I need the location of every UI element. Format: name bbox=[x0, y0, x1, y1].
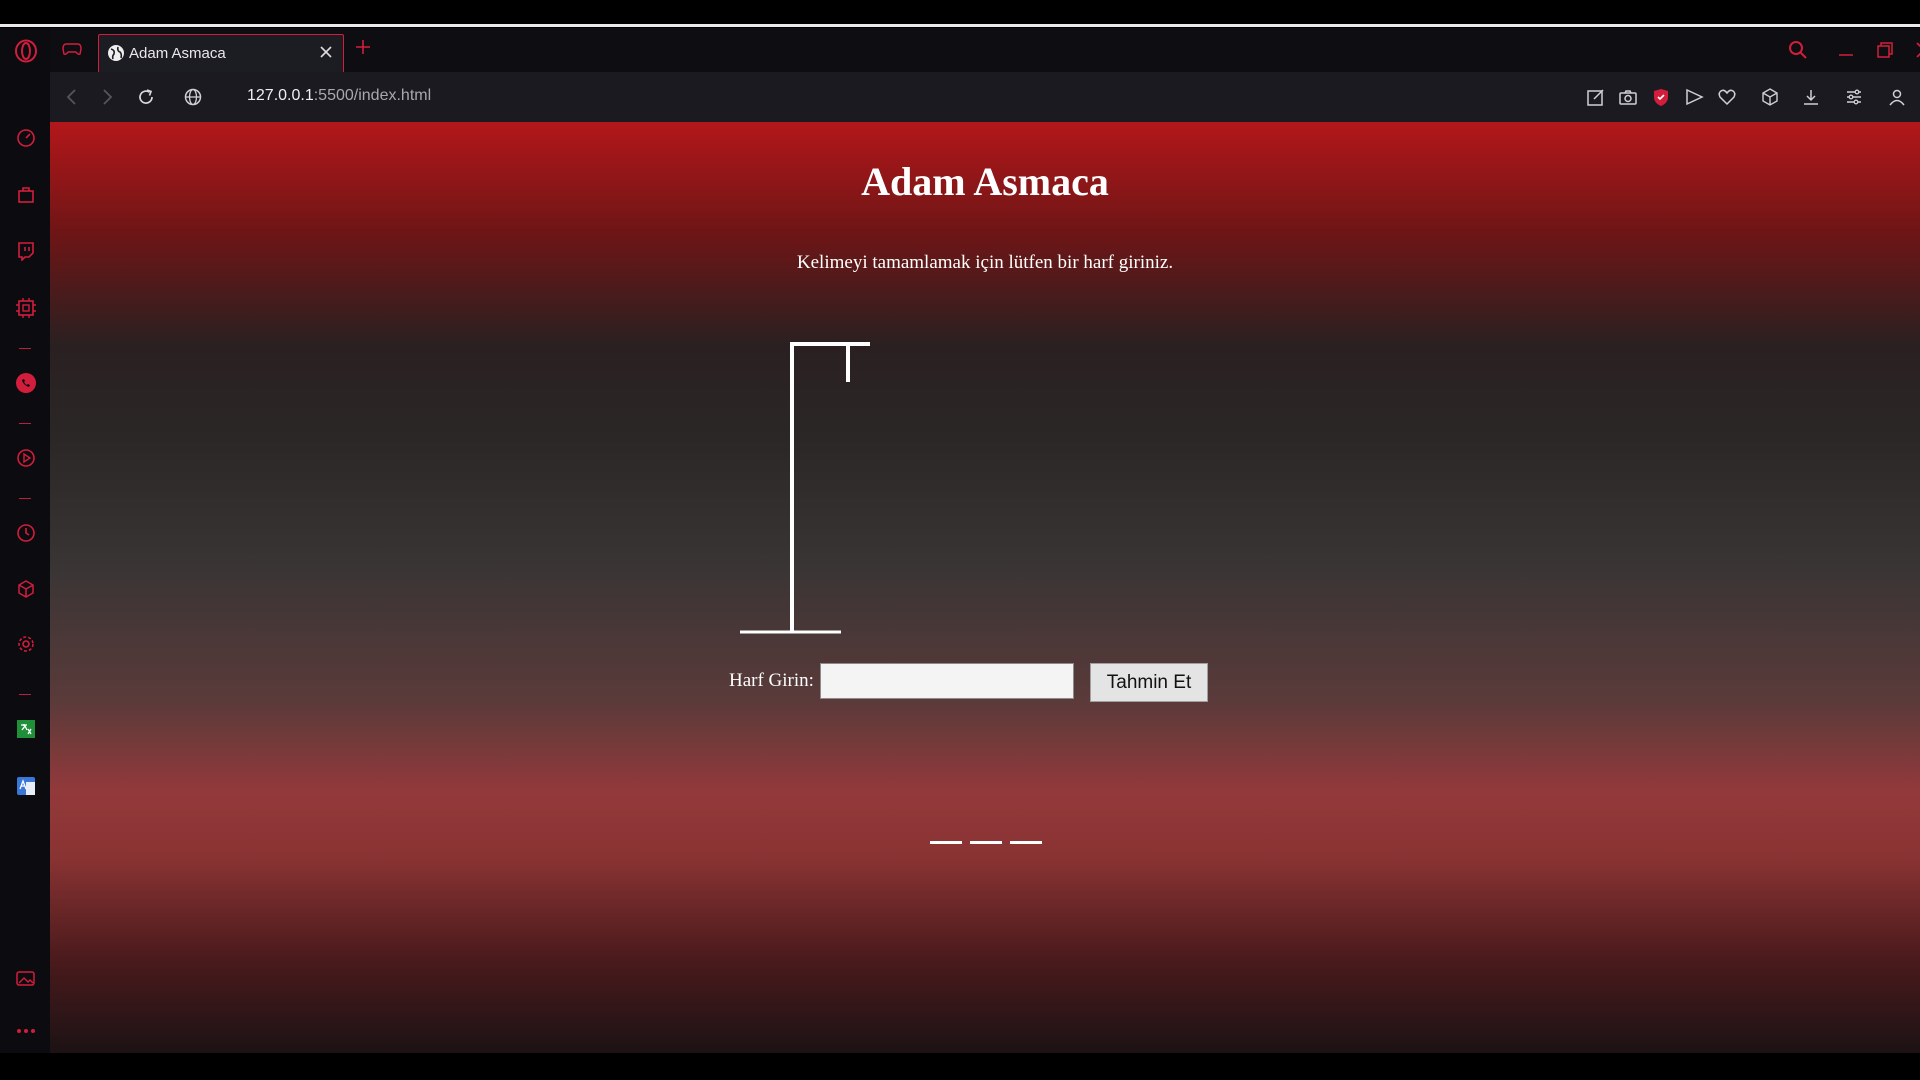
camera-icon[interactable] bbox=[1618, 87, 1638, 112]
minimize-icon[interactable] bbox=[1836, 40, 1856, 65]
letter-blank bbox=[970, 841, 1002, 844]
easy-setup-icon[interactable] bbox=[1844, 87, 1864, 112]
back-icon[interactable] bbox=[63, 87, 81, 112]
settings-icon[interactable] bbox=[13, 631, 38, 656]
window-top-line bbox=[0, 24, 1920, 27]
url-field[interactable]: 127.0.0.1:5500/index.html bbox=[247, 87, 431, 105]
tab-bar: Adam Asmaca bbox=[50, 28, 1920, 72]
reload-icon[interactable] bbox=[136, 87, 156, 112]
sidebar-separator bbox=[19, 423, 31, 424]
window-top-strip bbox=[0, 0, 1920, 27]
window-bottom-strip bbox=[0, 1053, 1920, 1080]
letter-blank bbox=[930, 841, 962, 844]
cpu-icon[interactable] bbox=[13, 295, 38, 320]
letter-input-label: Harf Girin: bbox=[729, 670, 814, 691]
send-icon[interactable] bbox=[1684, 87, 1704, 112]
word-blanks bbox=[930, 841, 1042, 844]
snapshot-edit-icon[interactable] bbox=[1586, 87, 1606, 112]
instruction-text: Kelimeyi tamamlamak için lütfen bir harf… bbox=[796, 252, 1174, 273]
sidebar-separator bbox=[19, 694, 31, 695]
close-window-icon[interactable] bbox=[1914, 40, 1920, 65]
twitch-icon[interactable] bbox=[13, 238, 38, 263]
heart-icon[interactable] bbox=[1717, 87, 1737, 112]
tab-close-icon[interactable] bbox=[317, 43, 335, 66]
page-content: Adam Asmaca Kelimeyi tamamlamak için lüt… bbox=[50, 122, 1920, 1053]
url-host: 127.0.0.1 bbox=[247, 87, 314, 104]
tab-title: Adam Asmaca bbox=[129, 45, 226, 62]
player-icon[interactable] bbox=[13, 445, 38, 470]
vpn-shield-icon[interactable] bbox=[1651, 87, 1671, 112]
google-translate-icon[interactable] bbox=[13, 773, 38, 798]
globe-icon bbox=[107, 44, 125, 67]
address-bar: 127.0.0.1:5500/index.html bbox=[50, 72, 1920, 122]
tab-adam-asmaca[interactable]: Adam Asmaca bbox=[98, 34, 344, 72]
site-info-icon[interactable] bbox=[183, 87, 203, 112]
extensions-icon[interactable] bbox=[1760, 87, 1780, 112]
search-icon[interactable] bbox=[1788, 40, 1808, 65]
sidebar-separator bbox=[19, 348, 31, 349]
forward-icon[interactable] bbox=[98, 87, 116, 112]
gallows-rope bbox=[840, 342, 850, 382]
page-title: Adam Asmaca bbox=[861, 159, 1109, 204]
url-path: :5500/index.html bbox=[313, 87, 432, 104]
restore-icon[interactable] bbox=[1875, 40, 1895, 65]
letter-blank bbox=[1010, 841, 1042, 844]
more-icon[interactable] bbox=[13, 1018, 38, 1043]
guess-button[interactable]: Tahmin Et bbox=[1090, 663, 1208, 702]
sidebar-separator bbox=[19, 498, 31, 499]
browser-sidebar bbox=[0, 28, 51, 1053]
opera-logo-icon[interactable] bbox=[13, 38, 38, 63]
profile-icon[interactable] bbox=[1887, 87, 1907, 112]
letter-input[interactable] bbox=[820, 663, 1074, 699]
download-icon[interactable] bbox=[1801, 87, 1821, 112]
cube-icon[interactable] bbox=[13, 576, 38, 601]
gallery-icon[interactable] bbox=[13, 965, 38, 990]
new-tab-icon[interactable] bbox=[354, 38, 372, 61]
translate-icon[interactable] bbox=[13, 716, 38, 741]
gamepad-icon[interactable] bbox=[62, 41, 82, 62]
hangman-gallows bbox=[740, 342, 870, 634]
shopping-bag-icon[interactable] bbox=[13, 181, 38, 206]
history-icon[interactable] bbox=[13, 520, 38, 545]
speed-dial-icon[interactable] bbox=[13, 125, 38, 150]
whatsapp-icon[interactable] bbox=[13, 370, 38, 395]
